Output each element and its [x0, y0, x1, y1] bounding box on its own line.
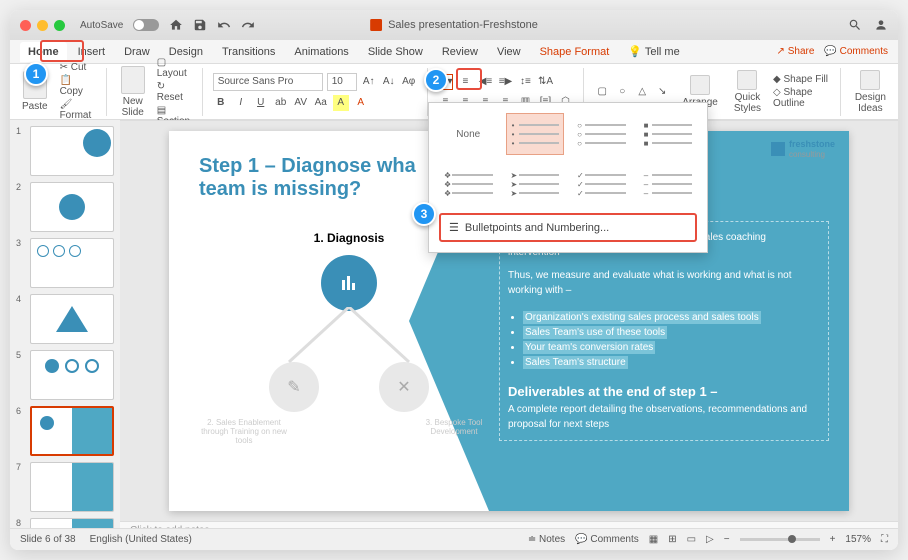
spacing-button[interactable]: Aa [313, 95, 329, 111]
strike-button[interactable]: ab [273, 95, 289, 111]
ribbon-tabs: Home Insert Draw Design Transitions Anim… [10, 40, 898, 64]
powerpoint-icon [370, 19, 382, 31]
sub-label-1: 2. Sales Enablement through Training on … [199, 418, 289, 445]
bullet-none[interactable]: None [439, 113, 498, 155]
redo-icon[interactable] [241, 18, 255, 32]
bullet-2: Sales Team's use of these tools [523, 326, 667, 339]
tab-shape-format[interactable]: Shape Format [532, 42, 618, 62]
thumb-6[interactable]: 6 [16, 406, 114, 456]
bullet-4: Sales Team's structure [523, 356, 628, 369]
slide-thumbnails: 1 2 3 4 5 6 7 8 [10, 120, 120, 528]
close-icon[interactable] [20, 20, 31, 31]
text-direction[interactable]: ⇅A [537, 74, 553, 90]
user-icon[interactable] [874, 18, 888, 32]
tab-draw[interactable]: Draw [116, 42, 158, 62]
share-button[interactable]: ↗ Share [777, 46, 815, 57]
reset-button[interactable]: ↻ Reset [157, 81, 192, 103]
thumb-5[interactable]: 5 [16, 350, 114, 400]
copy-button[interactable]: 📋 Copy [60, 75, 96, 97]
bold-button[interactable]: B [213, 95, 229, 111]
bullet-circle[interactable]: ○ ○ ○ [572, 113, 631, 155]
clear-format[interactable]: Aφ [401, 74, 417, 90]
logo: freshstoneconsulting [771, 139, 835, 159]
thumb-4[interactable]: 4 [16, 294, 114, 344]
bullets-dropdown: None • • • ○ ○ ○ ■ ■ ■ ❖ ❖ ❖ ➤ [428, 102, 708, 253]
tab-transitions[interactable]: Transitions [214, 42, 283, 62]
comments-button[interactable]: 💬 Comments [824, 46, 888, 57]
autosave-label: AutoSave [80, 20, 123, 31]
bullet-check[interactable]: ✓ ✓ ✓ [572, 163, 631, 205]
indent-inc[interactable]: ≡▶ [497, 74, 513, 90]
italic-button[interactable]: I [233, 95, 249, 111]
bullets-numbering-menu[interactable]: ☰ Bulletpoints and Numbering... [439, 213, 697, 242]
shadow-button[interactable]: AV [293, 95, 309, 111]
line-spacing[interactable]: ↕≡ [517, 74, 533, 90]
minimize-icon[interactable] [37, 20, 48, 31]
tell-me[interactable]: 💡 Tell me [620, 41, 687, 62]
bullet-arrow[interactable]: ➤ ➤ ➤ [506, 163, 565, 205]
thumb-2[interactable]: 2 [16, 182, 114, 232]
search-icon[interactable] [848, 18, 862, 32]
bullet-dash[interactable]: – – – [639, 163, 698, 205]
tab-animations[interactable]: Animations [286, 42, 356, 62]
thumb-7[interactable]: 7 [16, 462, 114, 512]
body-text-2: Thus, we measure and evaluate what is wo… [508, 268, 820, 298]
notes-pane[interactable]: Click to add notes [120, 521, 898, 528]
window-title: Sales presentation-Freshstone [370, 19, 538, 31]
diagram[interactable]: 1. Diagnosis ✎ ✕ 2. Sales Enablement thr… [199, 231, 499, 445]
font-size[interactable]: 10 [327, 73, 357, 91]
bullet-diamond[interactable]: ❖ ❖ ❖ [439, 163, 498, 205]
list-icon: ☰ [449, 221, 459, 234]
shrink-font[interactable]: A↓ [381, 74, 397, 90]
titlebar: AutoSave Sales presentation-Freshstone [10, 10, 898, 40]
deliverables-text: A complete report detailing the observat… [508, 402, 820, 432]
shapes-gallery[interactable]: ▢○△↘ [594, 84, 670, 100]
status-bar: Slide 6 of 38 English (United States) ≐ … [10, 528, 898, 550]
slide-title[interactable]: Step 1 – Diagnose whateam is missing? [199, 155, 416, 201]
tab-view[interactable]: View [489, 42, 529, 62]
bullet-1: Organization's existing sales process an… [523, 311, 761, 324]
deliverables-heading: Deliverables at the end of step 1 – [508, 382, 820, 402]
undo-icon[interactable] [217, 18, 231, 32]
tools-icon: ✕ [379, 362, 429, 412]
quick-access-toolbar: AutoSave [80, 18, 255, 32]
tab-slideshow[interactable]: Slide Show [360, 42, 431, 62]
training-icon: ✎ [269, 362, 319, 412]
grow-font[interactable]: A↑ [361, 74, 377, 90]
highlight-home-tab [40, 40, 84, 62]
cut-button[interactable]: ✂ Cut [60, 62, 96, 73]
layout-button[interactable]: ▢ Layout [157, 57, 192, 79]
autosave-toggle[interactable] [133, 19, 159, 31]
highlight-bullets-button [456, 68, 482, 90]
new-slide-button[interactable]: New Slide [117, 64, 149, 120]
tab-review[interactable]: Review [434, 42, 486, 62]
bullet-3: Your team's conversion rates [523, 341, 655, 354]
maximize-icon[interactable] [54, 20, 65, 31]
shape-fill[interactable]: ◆ Shape Fill [773, 74, 830, 85]
connector-lines [249, 307, 449, 367]
shape-outline[interactable]: ◇ Shape Outline [773, 87, 830, 109]
design-ideas[interactable]: Design Ideas [851, 68, 890, 116]
thumb-8[interactable]: 8 [16, 518, 114, 528]
save-icon[interactable] [193, 18, 207, 32]
bullet-disc[interactable]: • • • [506, 113, 565, 155]
underline-button[interactable]: U [253, 95, 269, 111]
chart-icon [321, 255, 377, 311]
highlight-button[interactable]: A [333, 95, 349, 111]
text-box[interactable]: A sales audit process is a backbone of a… [499, 221, 829, 441]
sub-label-2: 3. Bespoke Tool Development [409, 418, 499, 445]
callout-1: 1 [24, 62, 48, 86]
quick-styles[interactable]: Quick Styles [730, 68, 765, 116]
font-color[interactable]: A [353, 95, 369, 111]
window-controls [20, 20, 65, 31]
home-icon[interactable] [169, 18, 183, 32]
format-painter[interactable]: 🖌 Format [60, 99, 96, 121]
thumb-3[interactable]: 3 [16, 238, 114, 288]
bullet-square[interactable]: ■ ■ ■ [639, 113, 698, 155]
font-select[interactable]: Source Sans Pro [213, 73, 323, 91]
callout-3: 3 [412, 202, 436, 226]
callout-2: 2 [424, 68, 448, 92]
thumb-1[interactable]: 1 [16, 126, 114, 176]
